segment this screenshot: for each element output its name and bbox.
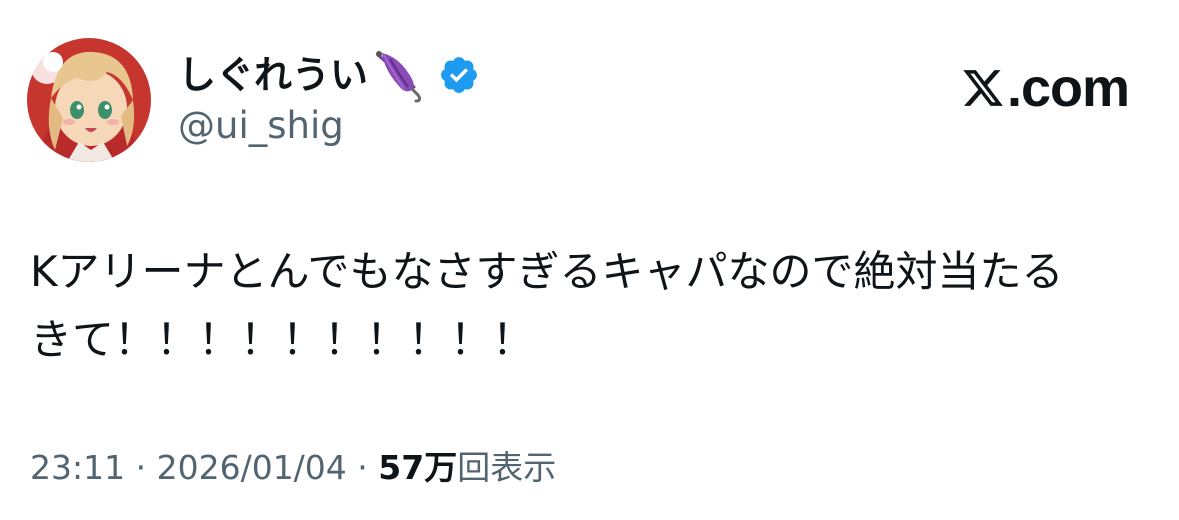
brand-domain-text: .com <box>1006 58 1130 118</box>
display-name-text[interactable]: しぐれうい <box>178 50 368 100</box>
tweet-text-line: Kアリーナとんでもなさすぎるキャパなので絶対当たる <box>30 247 1064 296</box>
tweet-text-line: きて！！！！！！！！！！ <box>30 315 535 364</box>
x-logo-icon <box>961 66 1005 110</box>
tweet-text: Kアリーナとんでもなさすぎるキャパなので絶対当たる きて！！！！！！！！！！ <box>30 238 1150 374</box>
avatar-image <box>27 38 151 162</box>
meta-separator: · <box>125 448 157 487</box>
views-count[interactable]: 57万 <box>378 448 457 487</box>
author-display-name[interactable]: しぐれうい <box>178 47 480 103</box>
tweet-time[interactable]: 23:11 <box>30 448 125 487</box>
meta-separator: · <box>346 448 379 487</box>
tweet-meta: 23:11 · 2026/01/04 · 57万回表示 <box>30 446 556 490</box>
brand-logo: .com <box>961 58 1130 118</box>
avatar[interactable] <box>27 38 151 162</box>
views-label: 回表示 <box>457 448 557 487</box>
tweet-date[interactable]: 2026/01/04 <box>157 448 347 487</box>
closed-umbrella-icon <box>370 47 426 103</box>
author-handle[interactable]: @ui_shig <box>178 104 344 148</box>
verified-badge-icon <box>438 54 480 96</box>
